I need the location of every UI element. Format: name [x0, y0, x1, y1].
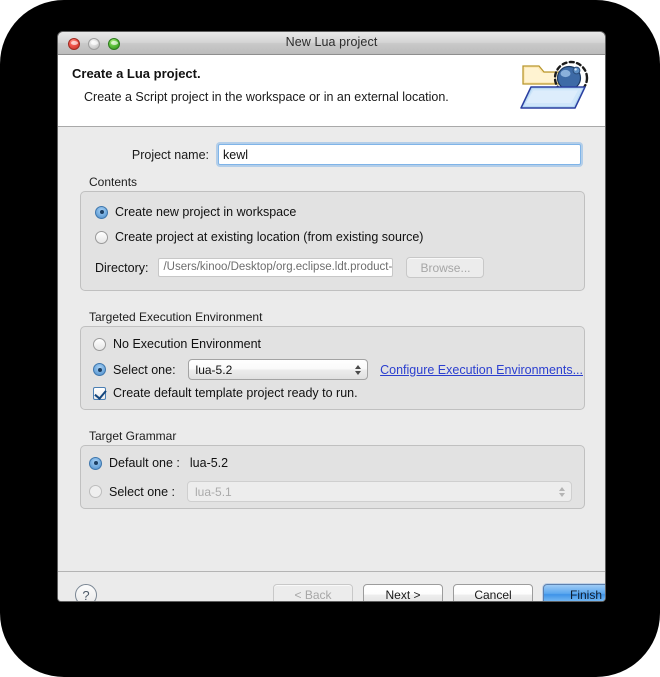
radio-create-new-workspace-label: Create new project in workspace	[115, 205, 297, 219]
grammar-select[interactable]: lua-5.1	[187, 481, 573, 502]
checkbox-default-template-indicator[interactable]	[93, 386, 106, 400]
grammar-select-value: lua-5.1	[195, 484, 232, 499]
wizard-header: Create a Lua project. Create a Script pr…	[58, 55, 605, 127]
radio-grammar-select-label: Select one :	[109, 484, 176, 499]
stepper-arrows-icon	[559, 486, 566, 497]
directory-label: Directory:	[95, 260, 149, 275]
radio-grammar-default-label: Default one :	[109, 456, 180, 470]
dialog-button-bar: ? < Back Next > Cancel Finish	[58, 571, 605, 601]
project-name-input[interactable]	[218, 144, 581, 165]
cancel-button[interactable]: Cancel	[453, 584, 533, 601]
project-folder-icon	[515, 58, 595, 120]
radio-create-existing-location-indicator[interactable]	[95, 230, 108, 244]
back-button[interactable]: < Back	[273, 584, 353, 601]
window-title: New Lua project	[285, 35, 378, 49]
next-button[interactable]: Next >	[363, 584, 443, 601]
stepper-arrows-icon	[355, 364, 362, 375]
radio-grammar-select[interactable]: Select one : lua-5.1	[89, 481, 579, 502]
execution-environment-select[interactable]: lua-5.2	[187, 359, 369, 380]
help-button[interactable]: ?	[75, 584, 97, 601]
finish-button[interactable]: Finish	[543, 584, 605, 601]
browse-button[interactable]: Browse...	[406, 257, 485, 278]
execution-environment-select-value: lua-5.2	[195, 362, 233, 377]
grammar-default-value: lua-5.2	[189, 456, 229, 470]
radio-create-new-workspace[interactable]: Create new project in workspace	[95, 205, 296, 219]
radio-select-execution-environment[interactable]: Select one: lua-5.2 Configure Execution …	[93, 359, 583, 380]
page-title: Create a Lua project.	[72, 66, 201, 81]
directory-input[interactable]: /Users/kinoo/Desktop/org.eclipse.ldt.pro…	[158, 258, 394, 277]
checkbox-default-template-label: Create default template project ready to…	[113, 386, 358, 400]
radio-no-execution-environment-label: No Execution Environment	[113, 337, 261, 351]
target-grammar-group: Target Grammar Default one : lua-5.2 Sel…	[80, 429, 585, 509]
project-name-label: Project name:	[131, 147, 209, 162]
radio-select-execution-environment-label: Select one:	[113, 362, 176, 377]
contents-group-title: Contents	[89, 175, 138, 189]
execution-environment-group-title: Targeted Execution Environment	[89, 310, 263, 324]
radio-select-execution-environment-indicator[interactable]	[93, 363, 106, 376]
window-title-bar[interactable]: New Lua project	[58, 32, 605, 55]
radio-create-new-workspace-indicator[interactable]	[95, 205, 108, 219]
radio-create-existing-location[interactable]: Create project at existing location (fro…	[95, 230, 423, 244]
radio-grammar-select-indicator[interactable]	[89, 485, 102, 498]
radio-no-execution-environment-indicator[interactable]	[93, 337, 106, 351]
configure-execution-environments-link[interactable]: Configure Execution Environments...	[380, 363, 583, 377]
wizard-body: Project name: Contents Create new projec…	[58, 127, 605, 571]
new-lua-project-dialog: New Lua project Create a Lua project. Cr…	[57, 31, 606, 602]
radio-create-existing-location-label: Create project at existing location (fro…	[115, 230, 424, 244]
checkbox-default-template[interactable]: Create default template project ready to…	[93, 386, 358, 400]
execution-environment-group: Targeted Execution Environment No Execut…	[80, 310, 585, 410]
radio-no-execution-environment[interactable]: No Execution Environment	[93, 337, 261, 351]
target-grammar-group-title: Target Grammar	[89, 429, 177, 443]
directory-row: Directory: /Users/kinoo/Desktop/org.ecli…	[95, 257, 575, 278]
radio-grammar-default-indicator[interactable]	[89, 456, 102, 470]
radio-grammar-default[interactable]: Default one : lua-5.2	[89, 456, 228, 470]
contents-group: Contents Create new project in workspace…	[80, 175, 585, 291]
project-name-row: Project name:	[58, 144, 605, 165]
